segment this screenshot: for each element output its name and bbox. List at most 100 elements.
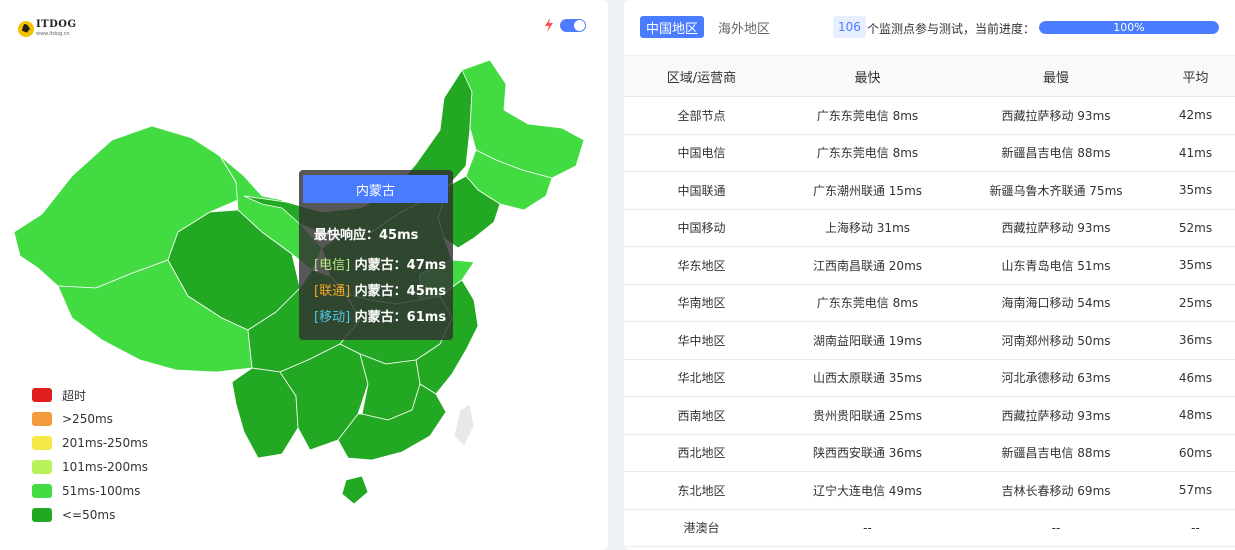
cell-average: 35ms — [1156, 246, 1235, 285]
header-slowest: 最慢 — [956, 55, 1156, 97]
cell-region: 华北地区 — [624, 359, 779, 397]
table-row: 港澳台 -- -- -- — [624, 509, 1235, 547]
tooltip-text-telecom: 内蒙古：47ms — [350, 258, 447, 273]
tooltip-row-unicom: [联通] 内蒙古：45ms — [314, 280, 446, 299]
tooltip-fastest-value: 45ms — [379, 228, 419, 243]
cell-average: 46ms — [1156, 359, 1235, 397]
cell-fastest: 湖南益阳联通 19ms — [779, 321, 956, 360]
legend-label: 超时 — [62, 388, 87, 403]
cell-fastest: 陕西西安联通 36ms — [779, 434, 956, 472]
region-taiwan[interactable] — [453, 403, 475, 447]
tooltip-tag-mobile: [移动] — [314, 310, 351, 325]
cell-average: 36ms — [1156, 321, 1235, 360]
table-row: 中国电信 广东东莞电信 8ms 新疆昌吉电信 88ms 41ms — [624, 134, 1235, 172]
cell-fastest: 上海移动 31ms — [779, 209, 956, 247]
legend-item-51-100[interactable]: 51ms-100ms — [32, 479, 148, 503]
legend-item-over250[interactable]: >250ms — [32, 407, 148, 431]
tooltip-title: 内蒙古 — [303, 175, 448, 203]
test-progress-bar: 100% — [1039, 21, 1219, 34]
cell-fastest: 广东东莞电信 8ms — [779, 96, 956, 135]
legend-swatch — [32, 484, 52, 498]
cell-slowest: -- — [956, 509, 1156, 547]
cell-slowest: 海南海口移动 54ms — [956, 284, 1156, 322]
table-row: 华南地区 广东东莞电信 8ms 海南海口移动 54ms 25ms — [624, 284, 1235, 322]
cell-region: 港澳台 — [624, 509, 779, 547]
cell-fastest: 贵州贵阳联通 25ms — [779, 396, 956, 435]
tooltip-row-telecom: [电信] 内蒙古：47ms — [314, 254, 446, 273]
tab-overseas[interactable]: 海外地区 — [712, 16, 776, 38]
legend-label: >250ms — [62, 412, 113, 426]
cell-slowest: 山东青岛电信 51ms — [956, 246, 1156, 285]
tooltip-tag-unicom: [联通] — [314, 284, 351, 299]
region-hainan[interactable] — [341, 475, 369, 505]
cell-region: 西北地区 — [624, 434, 779, 472]
cell-region: 全部节点 — [624, 96, 779, 135]
cell-slowest: 河北承德移动 63ms — [956, 359, 1156, 397]
latency-legend: 超时 >250ms 201ms-250ms 101ms-200ms 51ms-1… — [32, 383, 148, 527]
header-average: 平均 — [1156, 55, 1235, 97]
legend-item-timeout[interactable]: 超时 — [32, 383, 148, 407]
cell-region: 中国联通 — [624, 171, 779, 210]
table-row: 中国移动 上海移动 31ms 西藏拉萨移动 93ms 52ms — [624, 209, 1235, 247]
legend-item-201-250[interactable]: 201ms-250ms — [32, 431, 148, 455]
progress-label: 100% — [1113, 21, 1145, 34]
cell-average: 41ms — [1156, 134, 1235, 172]
cell-average: -- — [1156, 509, 1235, 547]
cell-slowest: 西藏拉萨移动 93ms — [956, 96, 1156, 135]
map-panel: ITDOG www.itdog.cn 内蒙古 最快响应：45ms [电信] 内蒙… — [0, 0, 608, 550]
monitor-count-badge: 106 — [833, 16, 866, 38]
table-row: 西北地区 陕西西安联通 36ms 新疆昌吉电信 88ms 60ms — [624, 434, 1235, 472]
tooltip-fastest: 最快响应：45ms — [314, 224, 418, 243]
table-row: 全部节点 广东东莞电信 8ms 西藏拉萨移动 93ms 42ms — [624, 96, 1235, 135]
cell-region: 华中地区 — [624, 321, 779, 360]
cell-average: 52ms — [1156, 209, 1235, 247]
cell-average: 42ms — [1156, 96, 1235, 135]
legend-label: <=50ms — [62, 508, 116, 522]
cell-region: 华东地区 — [624, 246, 779, 285]
table-row: 华北地区 山西太原联通 35ms 河北承德移动 63ms 46ms — [624, 359, 1235, 397]
cell-slowest: 西藏拉萨移动 93ms — [956, 396, 1156, 435]
legend-item-le50[interactable]: <=50ms — [32, 503, 148, 527]
legend-swatch — [32, 460, 52, 474]
monitor-count-text: 个监测点参与测试，当前进度： — [867, 22, 1036, 36]
legend-swatch — [32, 412, 52, 426]
cell-average: 48ms — [1156, 396, 1235, 435]
cell-region: 华南地区 — [624, 284, 779, 322]
cell-fastest: 广东东莞电信 8ms — [779, 284, 956, 322]
header-fastest: 最快 — [779, 55, 956, 97]
cell-slowest: 新疆昌吉电信 88ms — [956, 434, 1156, 472]
cell-average: 25ms — [1156, 284, 1235, 322]
cell-region: 中国移动 — [624, 209, 779, 247]
header-region: 区域/运营商 — [624, 55, 779, 97]
cell-average: 57ms — [1156, 471, 1235, 510]
results-panel: 中国地区 海外地区 106 个监测点参与测试，当前进度： 100% 区域/运营商… — [624, 0, 1235, 550]
tooltip-text-unicom: 内蒙古：45ms — [350, 284, 447, 299]
cell-slowest: 吉林长春移动 69ms — [956, 471, 1156, 510]
legend-item-101-200[interactable]: 101ms-200ms — [32, 455, 148, 479]
cell-region: 东北地区 — [624, 471, 779, 510]
cell-slowest: 新疆昌吉电信 88ms — [956, 134, 1156, 172]
table-row: 西南地区 贵州贵阳联通 25ms 西藏拉萨移动 93ms 48ms — [624, 396, 1235, 435]
cell-fastest: -- — [779, 509, 956, 547]
region-tabs: 中国地区 海外地区 — [640, 16, 784, 38]
tooltip-tag-telecom: [电信] — [314, 258, 351, 273]
cell-slowest: 新疆乌鲁木齐联通 75ms — [956, 171, 1156, 210]
cell-fastest: 山西太原联通 35ms — [779, 359, 956, 397]
cell-region: 中国电信 — [624, 134, 779, 172]
cell-region: 西南地区 — [624, 396, 779, 435]
tab-china[interactable]: 中国地区 — [640, 16, 705, 38]
legend-swatch — [32, 436, 52, 450]
cell-slowest: 河南郑州移动 50ms — [956, 321, 1156, 360]
table-row: 东北地区 辽宁大连电信 49ms 吉林长春移动 69ms 57ms — [624, 471, 1235, 510]
table-row: 华东地区 江西南昌联通 20ms 山东青岛电信 51ms 35ms — [624, 246, 1235, 285]
cell-fastest: 辽宁大连电信 49ms — [779, 471, 956, 510]
table-header-row: 区域/运营商 最快 最慢 平均 — [624, 55, 1235, 97]
cell-fastest: 广东潮州联通 15ms — [779, 171, 956, 210]
legend-label: 201ms-250ms — [62, 436, 149, 450]
table-row: 中国联通 广东潮州联通 15ms 新疆乌鲁木齐联通 75ms 35ms — [624, 171, 1235, 210]
legend-swatch — [32, 388, 52, 402]
tooltip-row-mobile: [移动] 内蒙古：61ms — [314, 306, 446, 325]
tooltip-text-mobile: 内蒙古：61ms — [350, 310, 447, 325]
tooltip-fastest-label: 最快响应： — [314, 228, 380, 243]
cell-fastest: 广东东莞电信 8ms — [779, 134, 956, 172]
